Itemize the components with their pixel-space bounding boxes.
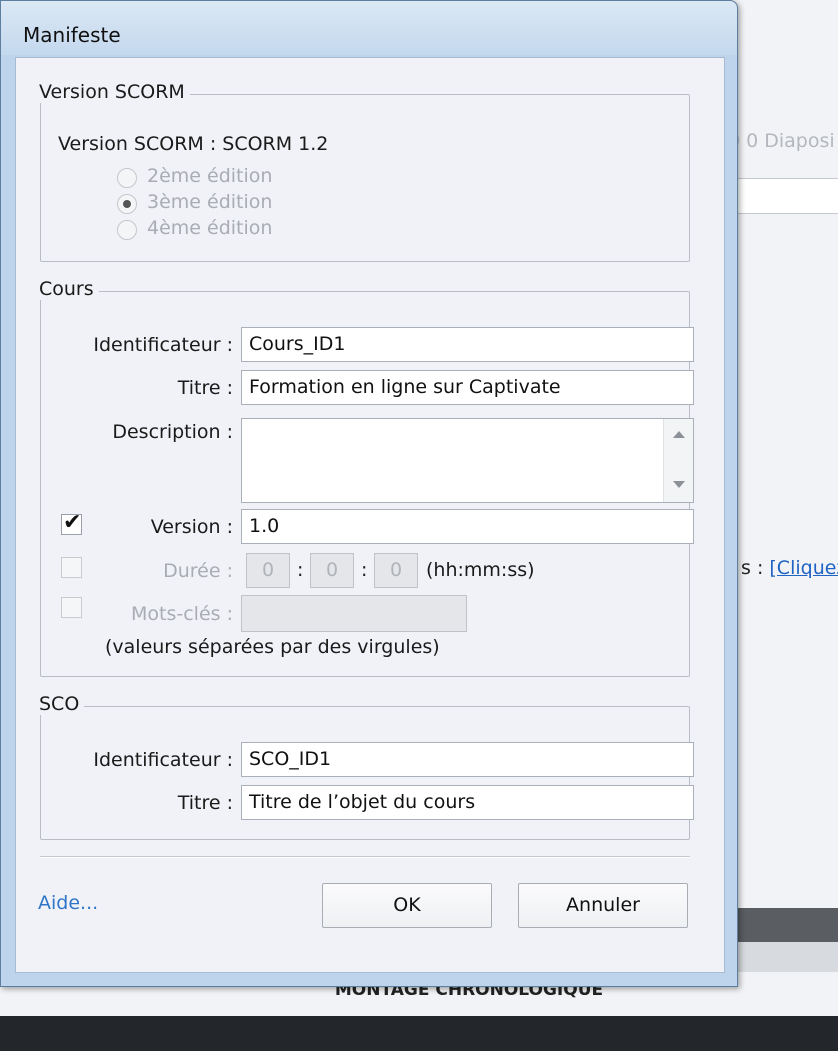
edition-3-label: 3ème édition [147, 191, 273, 213]
checkmark-icon: ✔ [63, 510, 82, 535]
keywords-hint: (valeurs séparées par des virgules) [105, 636, 440, 658]
timeline-panel [0, 1016, 838, 1051]
course-group: Cours Identificateur : Cours_ID1 Titre :… [39, 278, 694, 677]
course-title-input[interactable]: Formation en ligne sur Captivate [241, 370, 694, 405]
scroll-down-icon[interactable] [673, 481, 685, 488]
duration-seconds-input[interactable]: 0 [374, 553, 418, 588]
course-description-textarea[interactable] [241, 418, 694, 503]
duration-format-hint: (hh:mm:ss) [426, 559, 535, 581]
scorm-version-legend: Version SCORM [39, 81, 190, 103]
click-prefix: s : [741, 557, 770, 579]
sco-legend: SCO [39, 693, 85, 715]
duration-separator-2: : [361, 559, 368, 581]
edition-3-radio[interactable] [117, 194, 137, 214]
edition-2-radio[interactable] [117, 168, 137, 188]
sco-group: SCO Identificateur : SCO_ID1 Titre : Tit… [39, 693, 694, 840]
course-title-label: Titre : [177, 377, 233, 399]
duration-checkbox[interactable] [61, 557, 82, 578]
dialog-title-bar[interactable]: Manifeste [1, 1, 737, 55]
sco-identifier-label: Identificateur : [93, 749, 233, 771]
keywords-checkbox[interactable] [61, 597, 82, 618]
edition-4-radio[interactable] [117, 220, 137, 240]
duration-minutes-input[interactable]: 0 [310, 553, 354, 588]
sco-identifier-input[interactable]: SCO_ID1 [241, 742, 694, 777]
button-separator [40, 856, 690, 858]
course-description-label: Description : [112, 421, 233, 443]
slide-count-label: 0 0 Diaposi [728, 130, 835, 152]
dialog-title: Manifeste [23, 23, 121, 47]
manifest-dialog: Manifeste Version SCORM Version SCORM : … [0, 0, 738, 987]
help-link[interactable]: Aide... [38, 892, 98, 914]
scorm-version-text: Version SCORM : SCORM 1.2 [58, 133, 329, 155]
properties-click-label: s : [Cliquez [741, 557, 838, 579]
background-dark-band [738, 908, 838, 942]
ok-button[interactable]: OK [322, 883, 492, 928]
version-checkbox[interactable]: ✔ [61, 510, 82, 535]
sco-title-input[interactable]: Titre de l’objet du cours [241, 785, 694, 820]
scorm-version-group: Version SCORM Version SCORM : SCORM 1.2 … [39, 81, 690, 262]
sco-title-label: Titre : [177, 792, 233, 814]
dialog-body: Version SCORM Version SCORM : SCORM 1.2 … [15, 57, 725, 973]
cancel-button[interactable]: Annuler [518, 883, 688, 928]
keywords-input[interactable] [241, 595, 467, 632]
scroll-up-icon[interactable] [673, 431, 685, 438]
course-version-label: Version : [150, 516, 233, 538]
background-light-band [738, 942, 838, 972]
duration-separator-1: : [297, 559, 304, 581]
edition-4-label: 4ème édition [147, 217, 273, 239]
duration-label: Durée : [163, 560, 233, 582]
course-identifier-label: Identificateur : [93, 334, 233, 356]
duration-hours-input[interactable]: 0 [246, 553, 290, 588]
keywords-label: Mots-clés : [131, 603, 233, 625]
description-scrollbar[interactable] [663, 419, 693, 502]
course-identifier-input[interactable]: Cours_ID1 [241, 327, 694, 362]
click-here-link[interactable]: [Cliquez [769, 557, 838, 579]
edition-2-label: 2ème édition [147, 165, 273, 187]
course-legend: Cours [39, 278, 99, 300]
background-toolbar-strip [738, 178, 838, 214]
course-version-input[interactable]: 1.0 [241, 509, 694, 544]
